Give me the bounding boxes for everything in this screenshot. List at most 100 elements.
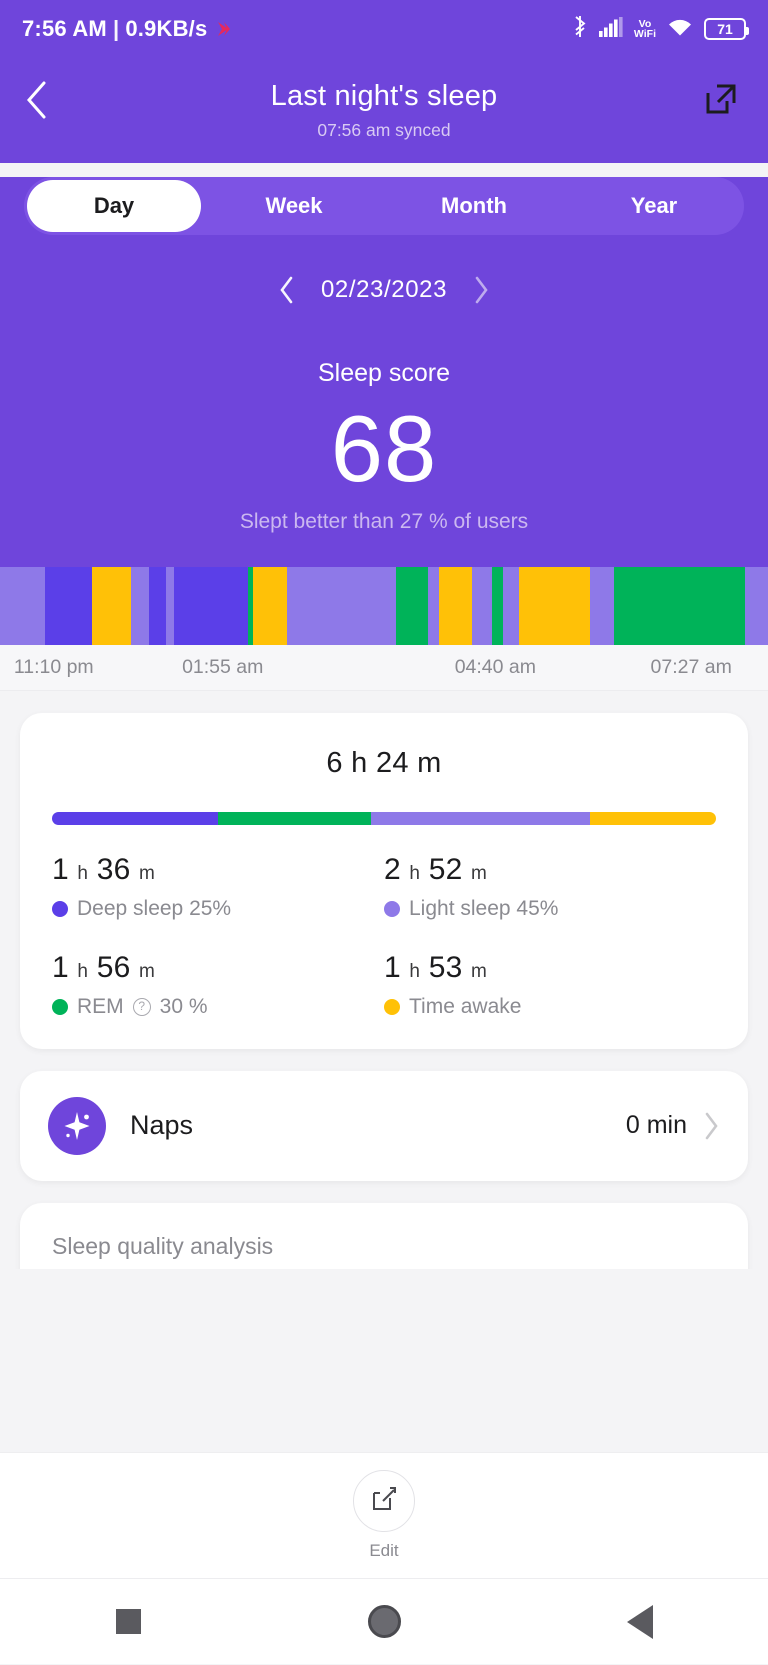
- vowifi-icon: Vo WiFi: [633, 18, 656, 40]
- proportion-bar-segment: [52, 811, 218, 825]
- stage-duration-value: 1 h 53 m: [384, 950, 488, 984]
- hypnogram-segment: [614, 566, 745, 645]
- hypnogram-segment: [590, 566, 615, 645]
- tab-month[interactable]: Month: [384, 177, 564, 235]
- info-help-icon[interactable]: ?: [132, 997, 151, 1016]
- sleep-stages-card: 6 h 24 m 1 h 36 m Deep sleep 25% 2 h 52 m L…: [20, 712, 748, 1049]
- total-sleep-duration: 6 h 24 m: [326, 746, 442, 779]
- wifi-icon: [667, 17, 693, 42]
- date-navigator: 02/23/2023: [0, 275, 768, 305]
- proportion-bar-segment: [589, 811, 716, 825]
- previous-day-button[interactable]: [278, 275, 295, 305]
- hypnogram-segment: [44, 566, 93, 645]
- chevron-left-icon: [24, 79, 50, 126]
- status-bar: 7:56 AM | 0.9KB/s Vo WiFi 71: [0, 0, 768, 58]
- share-external-icon: [704, 82, 738, 121]
- nav-home-button[interactable]: [341, 1579, 427, 1665]
- battery-icon: 71: [704, 18, 749, 40]
- edit-button-label: Edit: [369, 1541, 399, 1560]
- header-text-block: Last night's sleep 07:56 am synced: [0, 80, 768, 141]
- hypnogram-segment: [174, 566, 248, 645]
- current-date[interactable]: 02/23/2023: [321, 276, 447, 304]
- app-header: Last night's sleep 07:56 am synced: [0, 58, 768, 163]
- tab-day[interactable]: Day: [24, 177, 204, 235]
- hero-section: Day Week Month Year 02/23/2023 Sleep sco…: [0, 177, 768, 567]
- sleep-score-value: 68: [330, 396, 438, 501]
- stage-duration-value: 1 h 56 m: [52, 950, 156, 984]
- hypnogram-segment: [253, 566, 288, 645]
- sleep-hypnogram-chart[interactable]: [0, 566, 768, 645]
- hypnogram-segment: [396, 566, 428, 645]
- sleep-score-comparison: Slept better than 27 % of users: [239, 509, 529, 533]
- hypnogram-segment: [519, 566, 591, 645]
- stage-legend-label: Deep sleep 25%: [52, 897, 384, 921]
- square-recents-icon: [115, 1609, 141, 1634]
- sleep-quality-analysis-card[interactable]: Sleep quality analysis: [20, 1202, 748, 1269]
- hypnogram-segment: [130, 566, 149, 645]
- stage-legend-label: Light sleep 45%: [384, 897, 716, 921]
- hypnogram-segment: [492, 566, 503, 645]
- hypnogram-segment: [92, 566, 131, 645]
- stage-name-text: REM: [77, 994, 124, 1018]
- tab-year[interactable]: Year: [564, 177, 744, 235]
- stage-color-dot: [52, 998, 68, 1015]
- sync-status: 07:56 am synced: [317, 120, 451, 140]
- time-axis-label: 04:40 am: [454, 655, 537, 678]
- hypnogram-segment: [472, 566, 493, 645]
- status-bar-separator: |: [112, 16, 120, 41]
- stage-duration-value: 1 h 36 m: [52, 852, 156, 886]
- hypnogram-segment: [439, 566, 473, 645]
- battery-level: 71: [717, 21, 733, 37]
- stage-name-text: Deep sleep 25%: [77, 896, 232, 920]
- period-tab-bar: Day Week Month Year: [24, 177, 744, 235]
- edit-button[interactable]: [353, 1470, 415, 1532]
- time-axis-label: 07:27 am: [650, 655, 732, 678]
- content-scroll-area[interactable]: 6 h 24 m 1 h 36 m Deep sleep 25% 2 h 52 m L…: [0, 690, 768, 1269]
- stage-color-dot: [384, 900, 400, 917]
- status-bar-right: Vo WiFi 71: [572, 15, 749, 43]
- cellular-signal-icon: [598, 16, 623, 42]
- chevron-right-icon: [703, 1111, 720, 1141]
- hypnogram-time-axis: 11:10 pm 01:55 am 04:40 am 07:27 am: [0, 644, 768, 691]
- status-bar-clock: 7:56 AM: [22, 16, 107, 41]
- nav-recents-button[interactable]: [85, 1579, 171, 1665]
- analysis-title: Sleep quality analysis: [52, 1232, 274, 1259]
- naps-label: Naps: [130, 1110, 194, 1141]
- sleep-score-title: Sleep score: [317, 359, 451, 387]
- stage-duration-value: 2 h 52 m: [384, 852, 488, 886]
- bluetooth-icon: [572, 15, 588, 43]
- proportion-bar-segment: [218, 811, 371, 825]
- tab-week[interactable]: Week: [204, 177, 384, 235]
- stage-name-text: Time awake: [409, 994, 522, 1018]
- sleep-score-block: Sleep score 68 Slept better than 27 % of…: [0, 305, 768, 567]
- next-day-button[interactable]: [473, 275, 490, 305]
- naps-row[interactable]: Naps 0 min: [20, 1070, 748, 1181]
- hypnogram-segment: [287, 566, 397, 645]
- stage-legend-label: Time awake: [384, 995, 716, 1019]
- stage-proportion-bar: [52, 811, 716, 825]
- stage-name-text: Light sleep 45%: [409, 896, 559, 920]
- proportion-bar-segment: [370, 811, 590, 825]
- hypnogram-segment: [427, 566, 440, 645]
- share-button[interactable]: [698, 78, 744, 124]
- hypnogram-segment: [165, 566, 175, 645]
- stage-legend-label: REM? 30 %: [52, 995, 384, 1019]
- page-title: Last night's sleep: [270, 80, 498, 112]
- back-button[interactable]: [24, 78, 72, 126]
- stage-stats-grid: 1 h 36 m Deep sleep 25% 2 h 52 m Light slee…: [52, 853, 716, 1019]
- nap-sparkle-icon: [48, 1096, 106, 1155]
- stage-stat-cell: 2 h 52 m Light sleep 45%: [384, 853, 716, 921]
- stage-percent-text: 30 %: [159, 994, 208, 1018]
- edit-pencil-icon: [370, 1485, 398, 1518]
- bottom-action-bar: Edit: [0, 1452, 768, 1578]
- status-bar-network-speed: 0.9KB/s: [125, 16, 208, 41]
- stage-color-dot: [384, 998, 400, 1015]
- circle-home-icon: [367, 1605, 401, 1638]
- hypnogram-segment: [502, 566, 520, 645]
- status-bar-left: 7:56 AM | 0.9KB/s: [22, 16, 232, 42]
- time-axis-label: 11:10 pm: [13, 655, 94, 678]
- nav-back-button[interactable]: [597, 1579, 683, 1665]
- system-navigation-bar: [0, 1578, 768, 1664]
- naps-duration-value: 0 min: [625, 1111, 687, 1140]
- stage-stat-cell: 1 h 53 m Time awake: [384, 951, 716, 1019]
